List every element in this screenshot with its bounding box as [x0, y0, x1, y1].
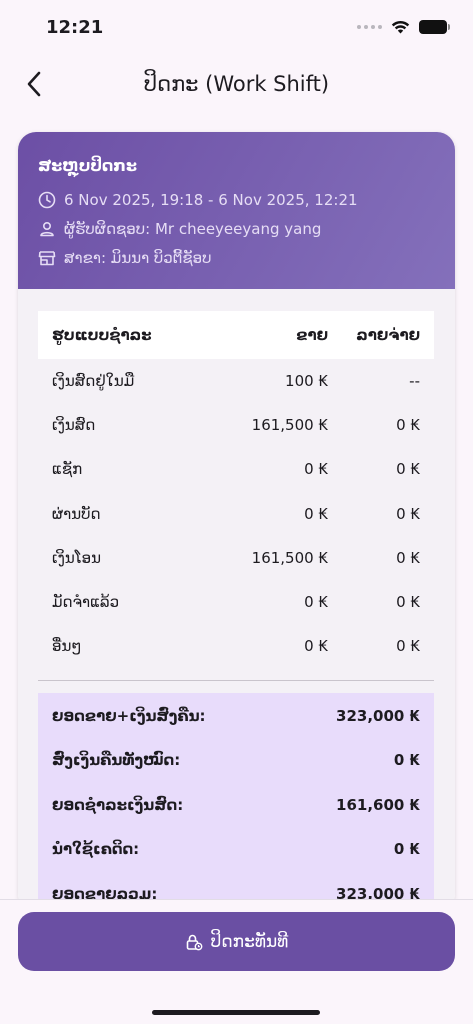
- page-title: ປິດກະ (Work Shift): [143, 72, 330, 96]
- table-row: ເງິນສົດ 161,500 ₭ 0 ₭: [38, 403, 434, 447]
- chevron-left-icon: [27, 71, 41, 97]
- responsible-text: ຜູ້ຮັບຜິດຊອບ: Mr cheeyeeyang yang: [64, 219, 322, 238]
- table-row: ເງິນໂອນ 161,500 ₭ 0 ₭: [38, 536, 434, 580]
- row-sales: 0 ₭: [304, 460, 328, 479]
- row-expense: 0 ₭: [396, 637, 420, 656]
- clock-icon: [38, 191, 56, 208]
- row-method: ເງິນສົດ: [52, 416, 96, 435]
- totals-section: ຍອດຂາຍ+ເງິນສົ່ງຄືນ: 323,000 ₭ ສົ່ງເງິນຄື…: [38, 693, 434, 912]
- total-row: ຍອດຊໍາລະເງິນສົດ: 161,600 ₭: [38, 782, 434, 827]
- branch-row: ສາຂາ: ມິນນາ ບິວຕີ້ຊັອບ: [38, 243, 435, 272]
- row-sales: 100 ₭: [285, 372, 328, 391]
- total-label: ຍອດຂາຍ+ເງິນສົ່ງຄືນ:: [52, 706, 206, 725]
- header-expense: ລາຍຈ່າຍ: [356, 326, 420, 344]
- row-sales: 0 ₭: [304, 637, 328, 656]
- total-value: 161,600 ₭: [336, 795, 420, 814]
- card-header: ສະຫຼຸບປິດກະ 6 Nov 2025, 19:18 - 6 Nov 20…: [18, 132, 455, 289]
- row-expense: 0 ₭: [396, 416, 420, 435]
- table-divider: [38, 680, 434, 682]
- battery-icon: [419, 20, 450, 34]
- row-method: ເງິນສົດຢູ່ໃນມື: [52, 372, 135, 391]
- responsible-row: ຜູ້ຮັບຜິດຊອບ: Mr cheeyeeyang yang: [38, 214, 435, 243]
- header-method: ຮູບແບບຊໍາລະ: [52, 326, 152, 344]
- person-icon: [40, 221, 54, 236]
- total-value: 323,000 ₭: [336, 706, 420, 725]
- bottom-action-bar: ປິດກະທັນທີ: [0, 899, 473, 1024]
- total-value: 0 ₭: [393, 751, 420, 770]
- header-sales: ຂາຍ: [296, 326, 328, 344]
- store-icon: [38, 250, 56, 265]
- wifi-icon: [391, 20, 410, 34]
- row-method: ອື່ນໆ: [52, 637, 82, 656]
- total-label: ຍອດຊໍາລະເງິນສົດ:: [52, 795, 184, 814]
- row-expense: 0 ₭: [396, 460, 420, 479]
- home-indicator: [152, 1010, 320, 1015]
- back-button[interactable]: [18, 68, 50, 100]
- row-sales: 0 ₭: [304, 593, 328, 612]
- close-shift-button[interactable]: ປິດກະທັນທີ: [18, 912, 455, 971]
- total-row: ຍອດຂາຍ+ເງິນສົ່ງຄືນ: 323,000 ₭: [38, 693, 434, 738]
- row-method: ມັດຈໍາແລ້ວ: [52, 593, 120, 612]
- row-expense: 0 ₭: [396, 548, 420, 567]
- shift-summary-card: ສະຫຼຸບປິດກະ 6 Nov 2025, 19:18 - 6 Nov 20…: [18, 132, 455, 912]
- row-method: ເງິນໂອນ: [52, 548, 102, 567]
- lock-icon: [186, 934, 203, 950]
- period-text: 6 Nov 2025, 19:18 - 6 Nov 2025, 12:21: [64, 190, 358, 209]
- branch-text: ສາຂາ: ມິນນາ ບິວຕີ້ຊັອບ: [64, 248, 212, 267]
- row-method: ຜ່ານບັດ: [52, 504, 101, 523]
- signal-icon: [357, 25, 382, 29]
- total-value: 0 ₭: [393, 840, 420, 859]
- row-sales: 0 ₭: [304, 504, 328, 523]
- table-row: ມັດຈໍາແລ້ວ 0 ₭ 0 ₭: [38, 580, 434, 624]
- close-shift-label: ປິດກະທັນທີ: [210, 931, 289, 951]
- status-icons: [357, 20, 450, 34]
- total-label: ສົ່ງເງິນຄືນທັງໝົດ:: [52, 751, 181, 770]
- table-row: ເງິນສົດຢູ່ໃນມື 100 ₭ --: [38, 359, 434, 403]
- row-expense: 0 ₭: [396, 593, 420, 612]
- app-bar: ປິດກະ (Work Shift): [0, 56, 473, 112]
- status-time: 12:21: [46, 16, 104, 38]
- row-method: ແຊັກ: [52, 460, 83, 479]
- payment-table: ຮູບແບບຊໍາລະ ຂາຍ ລາຍຈ່າຍ ເງິນສົດຢູ່ໃນມື 1…: [38, 311, 434, 912]
- table-row: ຜ່ານບັດ 0 ₭ 0 ₭: [38, 492, 434, 536]
- row-sales: 161,500 ₭: [251, 416, 328, 435]
- card-body: ຮູບແບບຊໍາລະ ຂາຍ ລາຍຈ່າຍ ເງິນສົດຢູ່ໃນມື 1…: [18, 289, 455, 912]
- row-sales: 161,500 ₭: [251, 548, 328, 567]
- row-expense: 0 ₭: [396, 504, 420, 523]
- card-title: ສະຫຼຸບປິດກະ: [38, 156, 137, 175]
- table-header: ຮູບແບບຊໍາລະ ຂາຍ ລາຍຈ່າຍ: [38, 311, 434, 359]
- total-row: ສົ່ງເງິນຄືນທັງໝົດ: 0 ₭: [38, 738, 434, 783]
- row-expense: --: [409, 372, 420, 391]
- total-row: ນໍາໃຊ້ເຄດິດ: 0 ₭: [38, 827, 434, 872]
- total-label: ນໍາໃຊ້ເຄດິດ:: [52, 840, 140, 859]
- table-row: ອື່ນໆ 0 ₭ 0 ₭: [38, 624, 434, 668]
- period-row: 6 Nov 2025, 19:18 - 6 Nov 2025, 12:21: [38, 185, 435, 214]
- table-row: ແຊັກ 0 ₭ 0 ₭: [38, 447, 434, 491]
- status-bar: 12:21: [0, 0, 473, 54]
